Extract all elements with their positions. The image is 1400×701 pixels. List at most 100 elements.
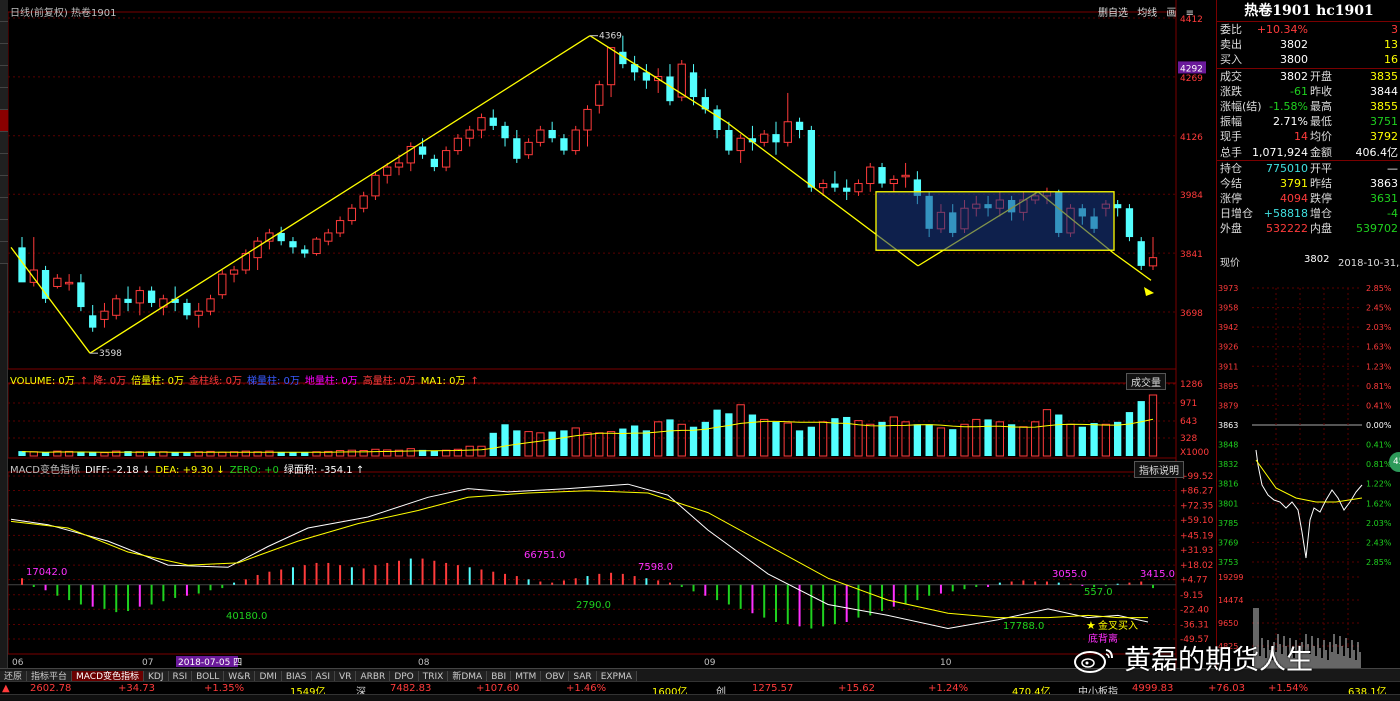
indicator-tab[interactable]: SAR: [569, 671, 597, 681]
indicator-tab[interactable]: MACD变色指标: [72, 671, 145, 681]
candle-body-up: [100, 310, 109, 320]
intraday-chart[interactable]: 3973 2.85% 3958 2.45% 3942 2.03% 3926 1.63% 3911…: [1216, 270, 1400, 668]
volume-bar-down: [748, 414, 757, 456]
left-tab[interactable]: [0, 154, 8, 176]
left-tab-active[interactable]: [0, 110, 8, 132]
quote-cell: 3: [1391, 23, 1398, 36]
left-tab[interactable]: [0, 22, 8, 44]
volume-ma-line: [21, 418, 1154, 453]
intraday-pct-label: 0.41%: [1366, 441, 1392, 450]
macd-annotation: 7598.0: [638, 562, 673, 573]
candle-body-up: [135, 290, 144, 304]
left-tab[interactable]: [0, 198, 8, 220]
indicator-tab[interactable]: 新DMA: [448, 671, 488, 681]
left-tab[interactable]: [0, 132, 8, 154]
quote-cell: 775010: [1266, 161, 1308, 175]
candle-body-down: [560, 138, 568, 151]
quote-cell: 振幅: [1220, 115, 1242, 129]
left-tab[interactable]: [0, 176, 8, 198]
index1-change: +34.73: [118, 683, 156, 694]
candle-body-up: [736, 137, 745, 152]
volume-bar-down: [1090, 423, 1098, 456]
indicator-tab[interactable]: EXPMA: [596, 671, 637, 681]
indicator-tab[interactable]: TRIX: [418, 671, 449, 681]
volume-bar-down: [689, 426, 698, 456]
volume-bar-up: [1042, 409, 1052, 457]
news-ticker[interactable]: [0, 694, 1400, 701]
date-axis-label: 07: [142, 658, 153, 668]
indicator-tab[interactable]: ARBR: [356, 671, 391, 681]
quote-cell: 3631: [1370, 192, 1398, 206]
intraday-price-label: 3895: [1218, 382, 1238, 391]
candle-body-up: [229, 269, 239, 275]
candle-body-down: [418, 146, 427, 155]
indicator-tab[interactable]: 指标平台: [27, 671, 73, 681]
indicator-tab[interactable]: 还原: [0, 671, 28, 681]
indicator-tab[interactable]: BOLL: [192, 671, 225, 681]
candle-body-up: [571, 129, 580, 152]
volume-bar-down: [630, 425, 639, 456]
candle-body-up: [524, 141, 533, 156]
indicator-tab[interactable]: DMI: [255, 671, 282, 681]
remove-favorite-button[interactable]: 删自选: [1098, 8, 1128, 19]
volume-type-button[interactable]: 成交量: [1126, 373, 1166, 390]
candle-body-down: [1114, 204, 1122, 209]
indicator-help-button[interactable]: 指标说明: [1134, 461, 1184, 478]
candle-body-up: [818, 183, 828, 189]
indicator-tab[interactable]: BBI: [487, 671, 512, 681]
volume-bar-up: [477, 445, 486, 457]
indicator-tab[interactable]: RSI: [168, 671, 193, 681]
intraday-price-label: 3769: [1218, 538, 1238, 547]
ma-toggle-button[interactable]: 均线: [1137, 8, 1157, 19]
volume-bar-down: [949, 429, 957, 456]
left-tab[interactable]: [0, 0, 8, 22]
quote-cell: 539702: [1356, 222, 1398, 236]
draw-button[interactable]: 画: [1166, 8, 1176, 19]
volume-bar-up: [1019, 426, 1028, 457]
kline-panel-frame: [8, 11, 1177, 370]
chart-title: 日线(前复权) 热卷1901: [10, 8, 117, 19]
indicator-tab[interactable]: W&R: [224, 671, 256, 681]
volume-bar-up: [359, 450, 368, 457]
volume-bar-up: [783, 422, 792, 457]
volume-bar-down: [501, 424, 509, 456]
candle-body-down: [183, 302, 191, 316]
volume-bar-down: [1055, 414, 1063, 456]
volume-bar-down: [642, 430, 651, 456]
volume-legend-item: MA1: 0万: [420, 376, 466, 387]
quote-cell: 昨结: [1310, 176, 1332, 190]
left-tab[interactable]: [0, 220, 8, 242]
macd-annotation: 2790.0: [576, 600, 611, 611]
indicator-tab[interactable]: BIAS: [281, 671, 312, 681]
quote-cell: 现手: [1220, 130, 1242, 144]
indicator-tab[interactable]: KDJ: [144, 671, 169, 681]
candle-body-up: [383, 166, 392, 176]
indicator-tab[interactable]: DPO: [390, 671, 419, 681]
intraday-pct-label: 2.03%: [1366, 323, 1392, 332]
date-axis-label: 2018-07-05 四: [178, 658, 242, 668]
left-tab[interactable]: [0, 242, 8, 264]
macd-legend-item: DEA: +9.30 ↓: [155, 465, 225, 476]
left-tab[interactable]: [0, 88, 8, 110]
macd-axis-label: +72.35: [1180, 502, 1213, 512]
candle-body-down: [77, 282, 85, 308]
indicator-tab[interactable]: MTM: [511, 671, 542, 681]
candle-body-down: [89, 315, 97, 328]
indicator-tab[interactable]: OBV: [541, 671, 570, 681]
current-date: 2018-10-31,三: [1338, 258, 1400, 269]
left-tab[interactable]: [0, 44, 8, 66]
intraday-pct-label: 0.81%: [1366, 460, 1392, 469]
indicator-tab[interactable]: ASI: [311, 671, 336, 681]
kline-chart-canvas[interactable]: 4369 3598 17042.0 40180.0 66751.0 7598.0 2790…: [8, 0, 1216, 668]
volume-bar-up: [1066, 423, 1075, 457]
candle-body-up: [335, 220, 345, 234]
quote-cell: 跌停: [1310, 192, 1332, 206]
intraday-price-label: 3785: [1218, 519, 1238, 528]
menu-icon[interactable]: ≡: [1186, 8, 1194, 19]
volume-bar-down: [925, 424, 933, 456]
quote-cell: 金额: [1310, 145, 1332, 159]
volume-bar-up: [583, 432, 592, 457]
left-tab[interactable]: [0, 66, 8, 88]
indicator-tab[interactable]: VR: [335, 671, 357, 681]
volume-bar-down: [619, 428, 627, 456]
